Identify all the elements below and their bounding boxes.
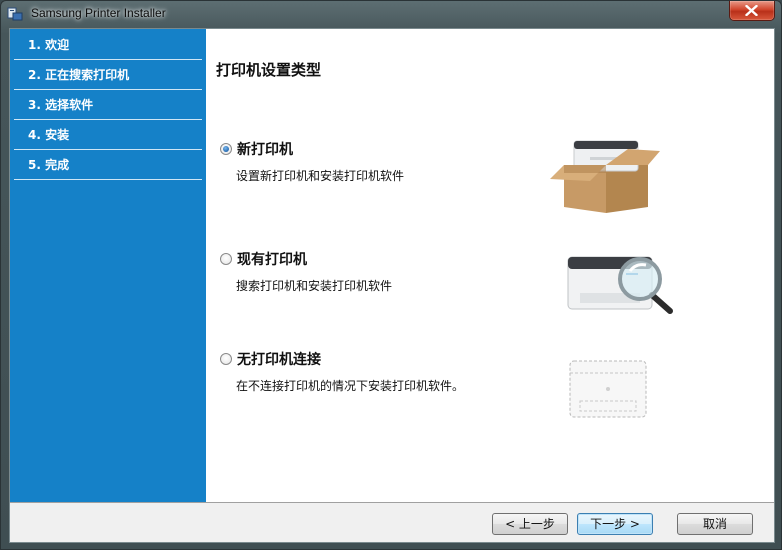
next-button[interactable]: 下一步 > [577,513,653,535]
option-existing-printer-label[interactable]: 现有打印机 [237,249,307,269]
option-new-printer-description: 设置新打印机和安装打印机软件 [236,169,405,183]
step-finish: 5. 完成 [14,151,202,180]
step-select-software: 3. 选择软件 [14,91,202,120]
option-new-printer-label[interactable]: 新打印机 [237,139,293,159]
step-searching-printer: 2. 正在搜索打印机 [14,61,202,90]
button-bar: < 上一步 下一步 > 取消 [10,502,774,542]
radio-new-printer[interactable] [220,143,232,155]
close-icon [745,5,758,16]
steps-sidebar: 1. 欢迎 2. 正在搜索打印机 3. 选择软件 4. 安装 5. 完成 [10,29,206,502]
step-welcome: 1. 欢迎 [14,31,202,60]
installer-window: Samsung Printer Installer 1. 欢迎 2. 正在搜索打… [0,0,782,550]
radio-existing-printer[interactable] [220,253,232,265]
installer-client-area: 1. 欢迎 2. 正在搜索打印机 3. 选择软件 4. 安装 5. 完成 打印机… [9,28,775,543]
installer-app-icon [7,7,23,21]
back-button[interactable]: < 上一步 [492,513,568,535]
window-title: Samsung Printer Installer [31,6,166,20]
cancel-button[interactable]: 取消 [677,513,753,535]
option-no-printer-connection-description: 在不连接打印机的情况下安装打印机软件。 [236,379,465,393]
option-no-printer-connection-label[interactable]: 无打印机连接 [237,349,321,369]
close-button[interactable] [729,1,775,21]
page-title: 打印机设置类型 [216,61,322,79]
option-existing-printer-description: 搜索打印机和安装打印机软件 [236,279,393,293]
radio-no-printer-connection[interactable] [220,353,232,365]
printer-in-box-icon [550,140,660,213]
main-panel: 打印机设置类型 新打印机 设置新打印机和安装打印机软件 现有打印机 搜索打印机和… [206,29,774,502]
title-bar[interactable]: Samsung Printer Installer [1,1,781,27]
printer-magnifier-icon [567,256,673,314]
step-install: 4. 安装 [14,121,202,150]
printer-outline-icon [569,360,647,418]
